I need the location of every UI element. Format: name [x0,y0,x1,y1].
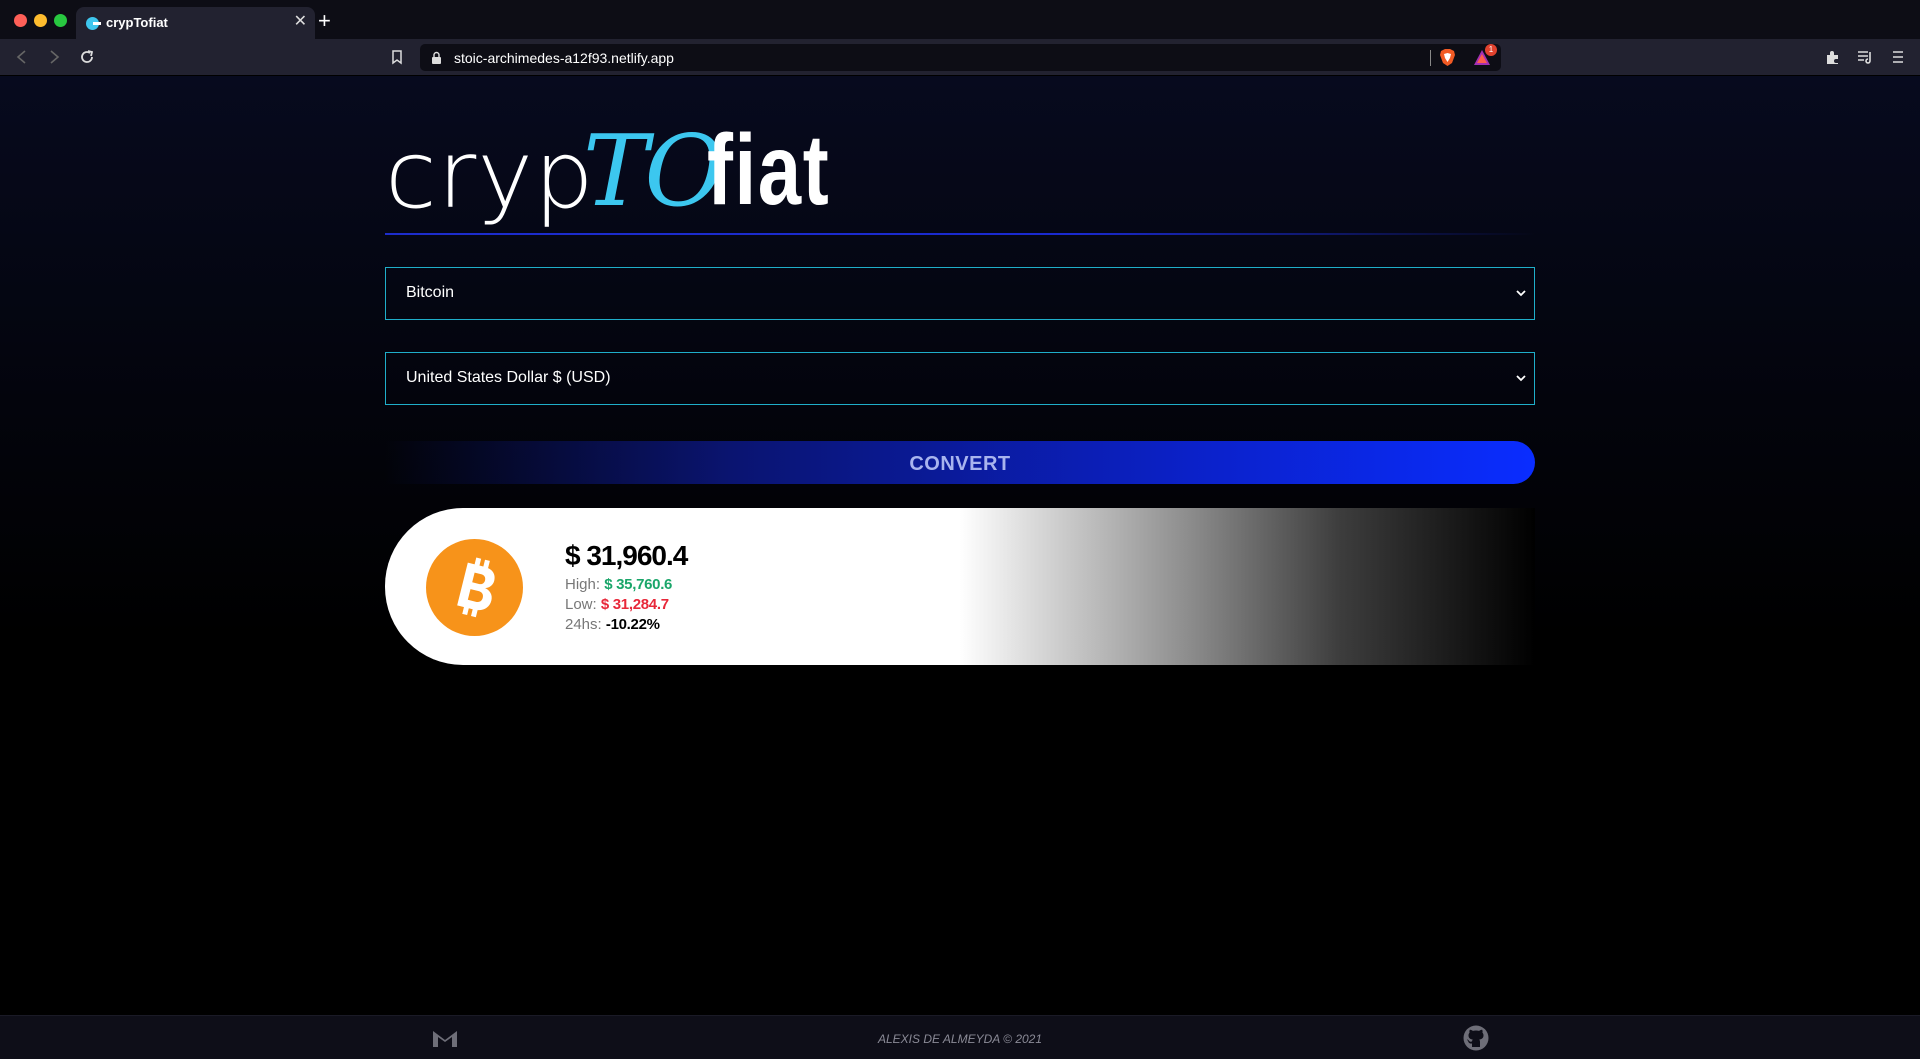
high-label: High: [565,576,601,593]
github-icon[interactable] [1463,1025,1489,1051]
media-queue-icon[interactable] [1856,48,1874,66]
change-value: -10.22% [605,616,660,633]
convert-button-label: CONVERT [909,453,1011,475]
close-window-button[interactable] [14,14,27,27]
browser-tab[interactable]: crypTofiat ✕ [76,7,315,39]
chevron-down-icon [1516,375,1526,382]
bookmark-icon[interactable] [388,48,406,66]
back-icon[interactable] [12,47,32,67]
currency-select[interactable]: United States Dollar $ (USD) [385,352,1535,405]
favicon-icon [86,17,101,30]
new-tab-button[interactable]: + [318,9,331,33]
logo-underline [385,233,1535,235]
low-label: Low: [565,596,597,613]
lock-icon [430,51,443,64]
forward-icon[interactable] [44,47,64,67]
high-stat: High: $ 35,760.6 [565,576,672,593]
brave-shield-icon[interactable] [1438,48,1457,67]
browser-titlebar: crypTofiat ✕ + [0,0,1920,39]
reload-icon[interactable] [77,47,97,67]
change-label: 24hs: [565,616,602,633]
page-footer: ALEXIS DE ALMEYDA © 2021 [0,1015,1920,1059]
chevron-down-icon [1516,290,1526,297]
url-divider [1430,50,1431,66]
url-text: stoic-archimedes-a12f93.netlify.app [454,50,674,66]
extensions-icon[interactable] [1824,48,1842,66]
convert-button[interactable]: CONVERT [385,441,1535,484]
crypto-select-value: Bitcoin [406,284,455,301]
minimize-window-button[interactable] [34,14,47,27]
logo-part-cryp: cryp [385,121,595,230]
currency-select-value: United States Dollar $ (USD) [406,369,611,386]
bitcoin-icon [426,539,523,636]
tab-title: crypTofiat [106,15,168,30]
menu-icon[interactable] [1889,48,1907,66]
change-stat: 24hs: -10.22% [565,616,660,633]
rewards-badge: 1 [1485,44,1497,56]
logo-part-fiat: fiat [707,114,831,226]
address-bar[interactable]: stoic-archimedes-a12f93.netlify.app 1 [420,44,1501,71]
crypto-select[interactable]: Bitcoin [385,267,1535,320]
high-value: $ 35,760.6 [604,576,673,593]
low-stat: Low: $ 31,284.7 [565,596,669,613]
result-card: $ 31,960.4 High: $ 35,760.6 Low: $ 31,28… [385,508,1535,665]
logo-part-to: TO [583,115,725,229]
maximize-window-button[interactable] [54,14,67,27]
browser-toolbar: stoic-archimedes-a12f93.netlify.app 1 [0,39,1920,76]
low-value: $ 31,284.7 [600,596,669,613]
price-value: $ 31,960.4 [565,540,688,571]
page-content: cryp TO fiat Bitcoin United States Dolla… [0,76,1920,1015]
footer-credit: ALEXIS DE ALMEYDA © 2021 [877,1032,1043,1046]
close-tab-icon[interactable]: ✕ [294,12,307,32]
